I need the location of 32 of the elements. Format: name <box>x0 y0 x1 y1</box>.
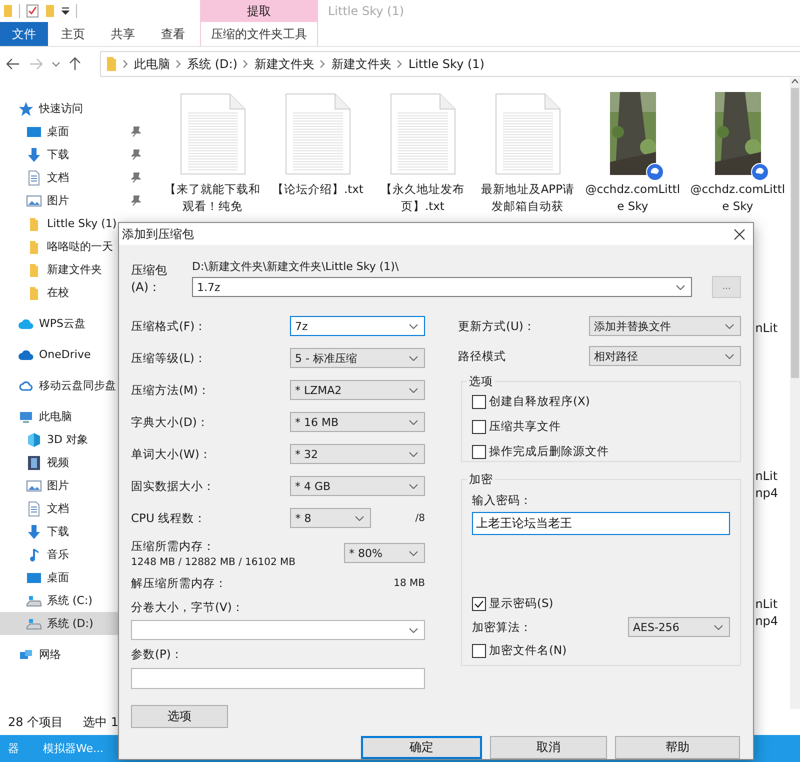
group-title: 加密 <box>468 472 494 487</box>
field-label: 字典大小(D)： <box>131 414 209 430</box>
selection-count: 选中 1 <box>83 714 119 730</box>
memory-value: 18 MB <box>394 578 425 588</box>
field-label: 解压缩所需内存： <box>131 576 227 590</box>
checkbox-label: 压缩共享文件 <box>489 419 561 434</box>
memory-usage: 1248 MB / 12882 MB / 16102 MB <box>131 556 296 568</box>
checkbox-label: 操作完成后删除源文件 <box>489 444 609 459</box>
field-label: 压缩所需内存： <box>131 538 216 554</box>
dialog-title: 添加到压缩包 <box>122 226 194 242</box>
field-label: 加密算法： <box>472 620 532 634</box>
item-count: 28 个项目 <box>8 714 64 730</box>
field-label: CPU 线程数： <box>131 510 206 526</box>
checkbox-label: 创建自释放程序(X) <box>489 394 590 409</box>
field-label: 参数(P)： <box>131 646 183 662</box>
group-title: 选项 <box>468 374 494 389</box>
field-label: 压缩格式(F)： <box>131 318 207 334</box>
field-label: 压缩等级(L)： <box>131 350 206 366</box>
field-label: 路径模式 <box>458 348 506 364</box>
folder-path: D:\新建文件夹\新建文件夹\Little Sky (1)\ <box>192 259 400 274</box>
field-label: 压缩包(A)： <box>131 262 168 296</box>
thread-max: /8 <box>415 512 425 524</box>
context-tab-group: 提取 <box>200 0 318 22</box>
field-label: 输入密码： <box>472 493 533 508</box>
checkbox-label: 加密文件名(N) <box>489 643 567 658</box>
field-label: 压缩方法(M)： <box>131 382 210 398</box>
field-label: 单词大小(W)： <box>131 446 212 462</box>
window-title: Little Sky (1) <box>328 4 404 18</box>
checkbox-label: 显示密码(S) <box>489 596 554 611</box>
field-label: 分卷大小，字节(V)： <box>131 600 244 614</box>
field-label: 更新方式(U)： <box>458 318 536 334</box>
field-label: 固实数据大小： <box>131 478 215 494</box>
